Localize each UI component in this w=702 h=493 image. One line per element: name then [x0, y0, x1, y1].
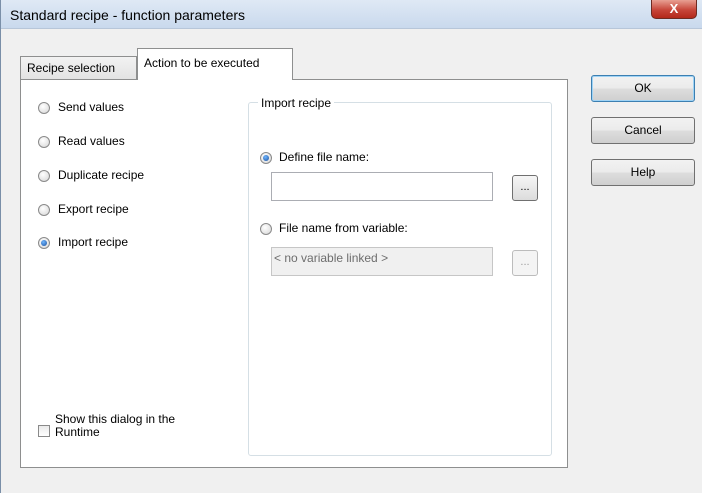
- close-icon: X: [669, 1, 679, 16]
- ok-button[interactable]: OK: [591, 75, 695, 102]
- radio-define-file-name[interactable]: [260, 152, 272, 164]
- radio-file-name-from-variable[interactable]: [260, 223, 272, 235]
- tab-panel-action: Send values Read values Duplicate recipe…: [20, 79, 568, 468]
- label-export-recipe: Export recipe: [58, 202, 129, 216]
- label-file-name-from-variable: File name from variable:: [279, 221, 408, 235]
- tab-recipe-selection[interactable]: Recipe selection: [20, 56, 137, 79]
- label-define-file-name: Define file name:: [279, 150, 370, 164]
- browse-variable-button[interactable]: ...: [512, 250, 538, 276]
- tab-action-to-be-executed[interactable]: Action to be executed: [137, 48, 293, 80]
- radio-send-values[interactable]: [38, 102, 50, 114]
- variable-name-input[interactable]: < no variable linked >: [271, 247, 493, 276]
- cancel-button[interactable]: Cancel: [591, 117, 695, 144]
- label-send-values: Send values: [58, 100, 125, 114]
- window-title: Standard recipe - function parameters: [10, 7, 246, 23]
- show-in-runtime-label-line2: Runtime: [55, 425, 100, 439]
- title-bar[interactable]: Standard recipe - function parameters X: [1, 0, 702, 29]
- help-button[interactable]: Help: [591, 159, 695, 186]
- dialog-window: Standard recipe - function parameters X …: [0, 0, 702, 493]
- label-read-values: Read values: [58, 134, 125, 148]
- radio-duplicate-recipe[interactable]: [38, 170, 50, 182]
- show-in-runtime-checkbox[interactable]: [38, 425, 50, 437]
- label-duplicate-recipe: Duplicate recipe: [58, 168, 145, 182]
- close-button[interactable]: X: [651, 0, 697, 19]
- browse-file-button[interactable]: ...: [512, 175, 538, 201]
- label-import-recipe: Import recipe: [58, 235, 129, 249]
- file-name-input[interactable]: [271, 172, 493, 201]
- show-in-runtime-label: Show this dialog in the Runtime: [55, 413, 175, 439]
- radio-import-recipe[interactable]: [38, 237, 50, 249]
- import-recipe-group-title: Import recipe: [258, 96, 335, 110]
- radio-read-values[interactable]: [38, 136, 50, 148]
- radio-export-recipe[interactable]: [38, 204, 50, 216]
